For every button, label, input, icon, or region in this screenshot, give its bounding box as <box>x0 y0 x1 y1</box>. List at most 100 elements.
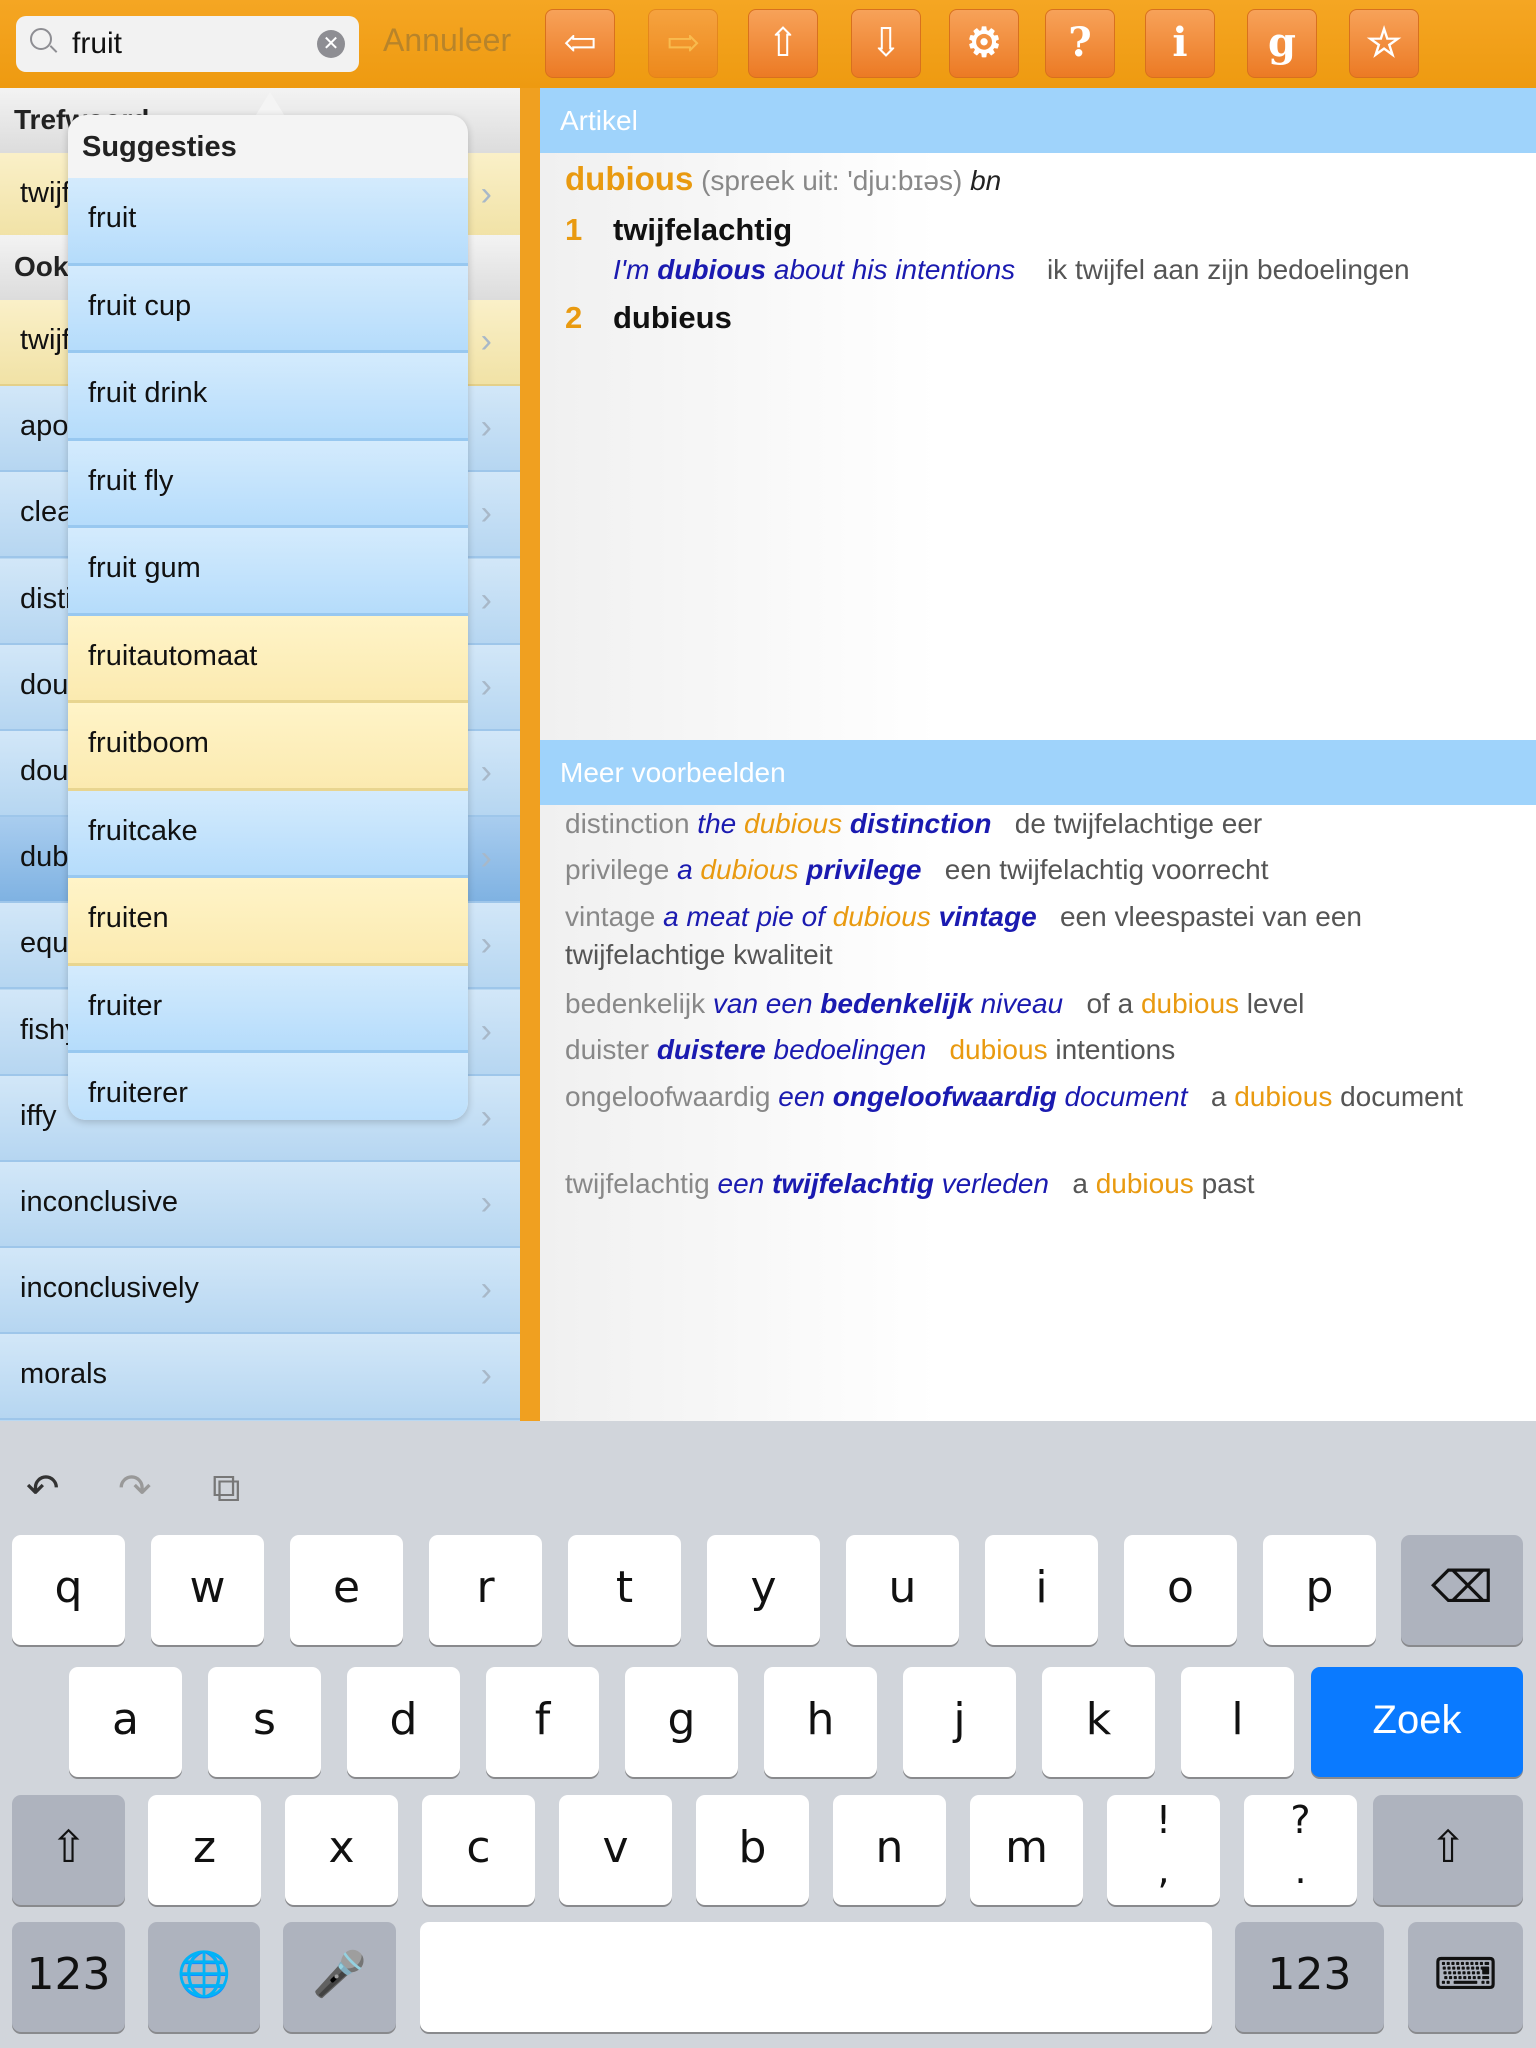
key-z[interactable]: z <box>148 1795 261 1905</box>
key-r[interactable]: r <box>429 1535 542 1645</box>
suggestion-item[interactable]: fruitautomaat <box>68 615 468 703</box>
info-button[interactable]: i <box>1145 9 1215 78</box>
back-button[interactable]: ⇦ <box>545 9 615 78</box>
example-part: distinction <box>849 808 992 839</box>
key-x[interactable]: x <box>285 1795 398 1905</box>
example-part: ongeloofwaardig <box>832 1081 1057 1112</box>
suggestion-label: fruiten <box>88 902 169 934</box>
key-l[interactable]: l <box>1181 1667 1294 1777</box>
key-n[interactable]: n <box>833 1795 946 1905</box>
shift-key[interactable]: ⇧ <box>12 1795 125 1905</box>
suggestion-item[interactable]: fruit drink <box>68 353 468 441</box>
key-j[interactable]: j <box>903 1667 1016 1777</box>
key-f[interactable]: f <box>486 1667 599 1777</box>
example-part: bedenkelijk <box>820 988 973 1019</box>
example-part: a <box>677 854 701 885</box>
chevron-right-icon: › <box>480 1184 492 1222</box>
key-v[interactable]: v <box>559 1795 672 1905</box>
list-item[interactable]: inconclusive › <box>0 1162 520 1248</box>
chevron-right-icon: › <box>480 1097 492 1136</box>
undo-icon[interactable]: ↶ <box>26 1466 60 1512</box>
suggestion-label: fruitcake <box>88 814 198 847</box>
chevron-right-icon: › <box>480 322 492 360</box>
suggestion-label: fruit drink <box>88 377 208 409</box>
key-exclamation[interactable]: ! , <box>1107 1795 1220 1905</box>
numbers-key-right[interactable]: 123 <box>1235 1922 1384 2032</box>
suggestion-item[interactable]: fruit <box>68 178 468 266</box>
key-e[interactable]: e <box>290 1535 403 1645</box>
search-go-key[interactable]: Zoek <box>1311 1667 1523 1777</box>
example-part: de twijfelachtige eer <box>991 808 1263 839</box>
paste-icon[interactable]: ⧉ <box>212 1466 241 1511</box>
forward-button[interactable]: ⇨ <box>648 9 718 78</box>
example-part: of a <box>1063 988 1141 1019</box>
key-i[interactable]: i <box>985 1535 1098 1645</box>
list-item[interactable]: morals › <box>0 1334 520 1421</box>
suggestion-item[interactable]: fruiter <box>68 965 468 1053</box>
microphone-icon[interactable]: 🎤 <box>283 1922 396 2032</box>
pane-divider[interactable] <box>520 88 540 1421</box>
shift-key-right[interactable]: ⇧ <box>1373 1795 1523 1905</box>
key-g[interactable]: g <box>625 1667 738 1777</box>
globe-icon[interactable]: 🌐 <box>148 1922 260 2032</box>
hide-keyboard-icon[interactable]: ⌨ <box>1408 1922 1523 2032</box>
key-p[interactable]: p <box>1263 1535 1376 1645</box>
settings-button[interactable]: ⚙ <box>949 9 1019 78</box>
search-field[interactable]: ✕ <box>16 16 359 72</box>
g-button[interactable]: g <box>1247 9 1317 78</box>
example-part: duister <box>565 1034 657 1065</box>
list-item-label: inconclusively <box>20 1272 199 1305</box>
key-b[interactable]: b <box>696 1795 809 1905</box>
chevron-right-icon: › <box>480 925 492 964</box>
sense-word: twijfelachtig <box>613 212 793 247</box>
sense-word: dubieus <box>613 300 732 335</box>
suggestion-item[interactable]: fruiterer <box>68 1053 468 1120</box>
key-h[interactable]: h <box>764 1667 877 1777</box>
suggestions-title: Suggesties <box>82 131 237 163</box>
suggestion-item[interactable]: fruiten <box>68 878 468 966</box>
clear-icon[interactable]: ✕ <box>317 30 345 58</box>
example-part: document <box>1056 1081 1188 1112</box>
sense-2: 2 dubieus <box>565 300 732 336</box>
key-t[interactable]: t <box>568 1535 681 1645</box>
list-item[interactable]: inconclusively › <box>0 1248 520 1335</box>
key-question[interactable]: ? . <box>1244 1795 1357 1905</box>
key-u[interactable]: u <box>846 1535 959 1645</box>
example-part: vintage <box>565 901 664 932</box>
key-c[interactable]: c <box>422 1795 535 1905</box>
key-s[interactable]: s <box>208 1667 321 1777</box>
suggestion-item[interactable]: fruitcake <box>68 790 468 878</box>
key-w[interactable]: w <box>151 1535 264 1645</box>
numbers-key[interactable]: 123 <box>12 1922 125 2032</box>
chevron-right-icon: › <box>480 580 492 619</box>
redo-icon[interactable]: ↷ <box>118 1466 152 1512</box>
up-button[interactable]: ⇧ <box>748 9 818 78</box>
example-row: twijfelachtig een twijfelachtig verleden… <box>565 1165 1515 1203</box>
key-m[interactable]: m <box>970 1795 1083 1905</box>
example-row: privilege a dubious privilege een twijfe… <box>565 851 1515 889</box>
sense-example: I'm dubious about his intentions ik twij… <box>613 254 1410 286</box>
example-part: dubious <box>1140 988 1240 1019</box>
key-a[interactable]: a <box>69 1667 182 1777</box>
pronunciation: (spreek uit: 'dju:bɪəs) <box>701 165 963 196</box>
key-y[interactable]: y <box>707 1535 820 1645</box>
suggestion-item[interactable]: fruit cup <box>68 265 468 353</box>
key-k[interactable]: k <box>1042 1667 1155 1777</box>
key-q[interactable]: q <box>12 1535 125 1645</box>
sense-number: 2 <box>565 300 583 335</box>
backspace-key[interactable]: ⌫ <box>1401 1535 1523 1645</box>
example-part: bedoelingen <box>765 1034 927 1065</box>
key-d[interactable]: d <box>347 1667 460 1777</box>
help-button[interactable]: ? <box>1045 9 1115 78</box>
suggestion-item[interactable]: fruit fly <box>68 440 468 528</box>
keyboard: ↶ ↷ ⧉ q w e r t y u i o p ⌫ a s d f g h j k l Zoek ⇧ z x c v b n m! … <box>0 1421 1536 2048</box>
example-part: a <box>1049 1168 1096 1199</box>
search-input[interactable] <box>72 24 312 64</box>
key-o[interactable]: o <box>1124 1535 1237 1645</box>
favorite-button[interactable]: ☆ <box>1349 9 1419 78</box>
cancel-button[interactable]: Annuleer <box>383 22 511 59</box>
suggestion-item[interactable]: fruitboom <box>68 703 468 791</box>
suggestion-item[interactable]: fruit gum <box>68 528 468 616</box>
space-bar[interactable] <box>420 1922 1212 2032</box>
down-button[interactable]: ⇩ <box>851 9 921 78</box>
